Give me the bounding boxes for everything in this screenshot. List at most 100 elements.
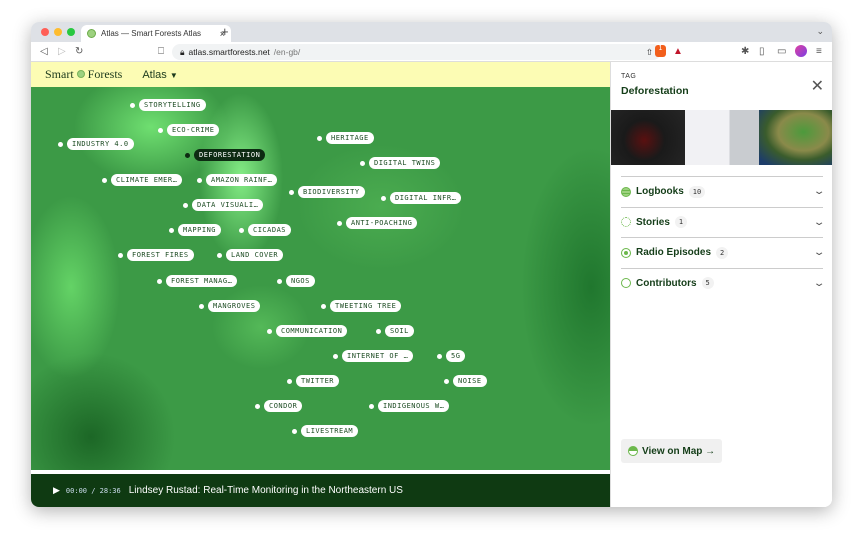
tag-dot-icon [277,278,282,284]
tab-list-chevron-icon[interactable]: ⌄ [816,26,824,37]
tag-dot-icon [337,220,342,226]
chevron-down-icon[interactable]: ⌄ [813,247,826,258]
map-tag-label[interactable]: INDUSTRY 4.0 [58,138,134,150]
tag-label-text: MANGROVES [208,300,261,312]
map-tag-label[interactable]: SOIL [376,325,414,337]
sidebar-icon[interactable]: ▯ [759,46,765,57]
browser-tab[interactable]: Atlas — Smart Forests Atlas × [81,25,231,42]
map-tag-label[interactable]: NOISE [444,375,487,387]
tag-label-text: AMAZON RAINF… [206,174,278,186]
map-tag-label[interactable]: HERITAGE [317,132,374,144]
map-tag-label[interactable]: LIVESTREAM [292,425,359,437]
tag-dot-icon [321,303,326,309]
map-tag-label[interactable]: CONDOR [255,400,303,412]
map-tag-label[interactable]: FOREST FIRES [118,249,194,261]
menu-icon[interactable]: ≡ [816,46,822,57]
map-tag-label[interactable]: TWEETING TREE [321,300,402,312]
map-tag-label[interactable]: FOREST MANAG… [157,275,238,287]
tag-label-text: STORYTELLING [139,99,206,111]
url-field[interactable]: 🔒︎ atlas.smartforests.net/en-gb/ ⇧ [172,44,661,60]
forward-icon[interactable]: ▷ [58,46,66,57]
brave-rewards-icon[interactable]: ▲ [673,46,683,57]
audio-player: ▶ 00:00 / 28:36 Lindsey Rustad: Real-Tim… [31,474,610,507]
tag-label-text: TWITTER [296,375,340,387]
map-tag-label[interactable]: ANTI-POACHING [337,217,418,229]
tag-dot-icon [267,328,272,334]
close-icon[interactable]: ✕ [811,76,824,96]
tag-dot-icon [444,378,449,384]
atlas-menu[interactable]: Atlas ▼ [142,69,177,81]
minimize-window-button[interactable] [54,28,62,36]
section-stories[interactable]: Stories 1 ⌄ [621,206,826,237]
browser-window: Atlas — Smart Forests Atlas × + ⌄ ◁ ▷ ↻ ⎕… [31,22,832,507]
tag-dot-icon [369,403,374,409]
profile-avatar[interactable] [795,45,807,57]
map-tag-label[interactable]: DEFORESTATION [185,149,266,161]
image-satellite-map [759,110,832,165]
chevron-down-icon[interactable]: ⌄ [813,278,826,289]
map-tag-label[interactable]: LAND COVER [217,249,284,261]
time-separator: / [91,486,96,495]
map-tag-label[interactable]: MANGROVES [199,300,261,312]
tag-label-text: CONDOR [264,400,303,412]
bookmark-icon[interactable]: ⎕ [158,46,164,57]
map-tag-label[interactable]: DIGITAL TWINS [360,157,441,169]
map-tag-label[interactable]: NGOS [277,275,315,287]
map-tag-label[interactable]: CICADAS [239,224,292,236]
map-tag-label[interactable]: INDIGENOUS W… [369,400,450,412]
map-tag-label[interactable]: MAPPING [169,224,222,236]
share-icon[interactable]: ⇧ [646,47,653,58]
map-tag-label[interactable]: COMMUNICATION [267,325,348,337]
chevron-down-icon[interactable]: ⌄ [813,186,826,197]
extensions-icon[interactable]: ✱ [741,46,749,57]
shield-badge: 1 [658,45,663,52]
section-count: 10 [688,185,706,198]
close-window-button[interactable] [41,28,49,36]
tag-label-text: INDUSTRY 4.0 [67,138,134,150]
chevron-down-icon[interactable]: ⌄ [813,217,826,228]
tag-dot-icon [183,202,188,208]
view-on-map-button[interactable]: View on Map → [621,439,723,463]
map-tag-label[interactable]: STORYTELLING [130,99,206,111]
tag-label-text: ECO-CRIME [167,124,220,136]
map-tag-label[interactable]: BIODIVERSITY [289,186,365,198]
tag-label-text: TWEETING TREE [330,300,402,312]
lock-icon: 🔒︎ [180,46,185,57]
tag-dot-icon [239,227,244,233]
tag-label-text: DEFORESTATION [194,149,266,161]
address-bar-row: ◁ ▷ ↻ ⎕ 🔒︎ atlas.smartforests.net/en-gb/ ⇧… [31,42,832,62]
tag-dot-icon [118,252,123,258]
map-tag-label[interactable]: 5G [437,350,466,362]
wallet-icon[interactable]: ▭ [777,46,786,57]
map-tag-label[interactable]: DIGITAL INFR… [381,192,462,204]
tag-label-text: FOREST MANAG… [166,275,238,287]
image-dark-map [611,110,685,165]
section-radio-episodes[interactable]: Radio Episodes 2 ⌄ [621,237,826,267]
reload-icon[interactable]: ↻ [75,46,83,57]
section-count: 5 [701,277,714,289]
logo-dot-icon [76,70,85,78]
tag-label-text: FOREST FIRES [127,249,194,261]
map-tag-label[interactable]: TWITTER [287,375,340,387]
caret-down-icon: ▼ [169,70,178,80]
section-logbooks[interactable]: Logbooks 10 ⌄ [621,176,826,206]
brave-shield-icon[interactable]: 1 [655,45,666,57]
map-tag-label[interactable]: INTERNET OF … [333,350,414,362]
map-tag-label[interactable]: CLIMATE EMER… [102,174,183,186]
section-contributors[interactable]: Contributors 5 ⌄ [621,267,826,298]
map-tag-label[interactable]: DATA VISUALI… [183,199,264,211]
new-tab-button[interactable]: + [221,24,229,39]
tag-kicker: TAG [621,73,637,80]
play-icon[interactable]: ▶ [53,485,60,496]
site-logo[interactable]: Smart Forests [45,67,122,82]
episode-title[interactable]: Lindsey Rustad: Real-Time Monitoring in … [129,485,403,496]
tag-label-text: COMMUNICATION [276,325,348,337]
tag-dot-icon [360,160,365,166]
back-icon[interactable]: ◁ [40,46,48,57]
section-label: Stories [636,216,670,228]
zoom-window-button[interactable] [67,28,75,36]
tag-map[interactable]: STORYTELLING ECO-CRIME INDUSTRY 4.0 DEFORES… [31,87,610,470]
tag-dot-icon [317,135,322,141]
map-tag-label[interactable]: AMAZON RAINF… [197,174,278,186]
map-tag-label[interactable]: ECO-CRIME [158,124,220,136]
